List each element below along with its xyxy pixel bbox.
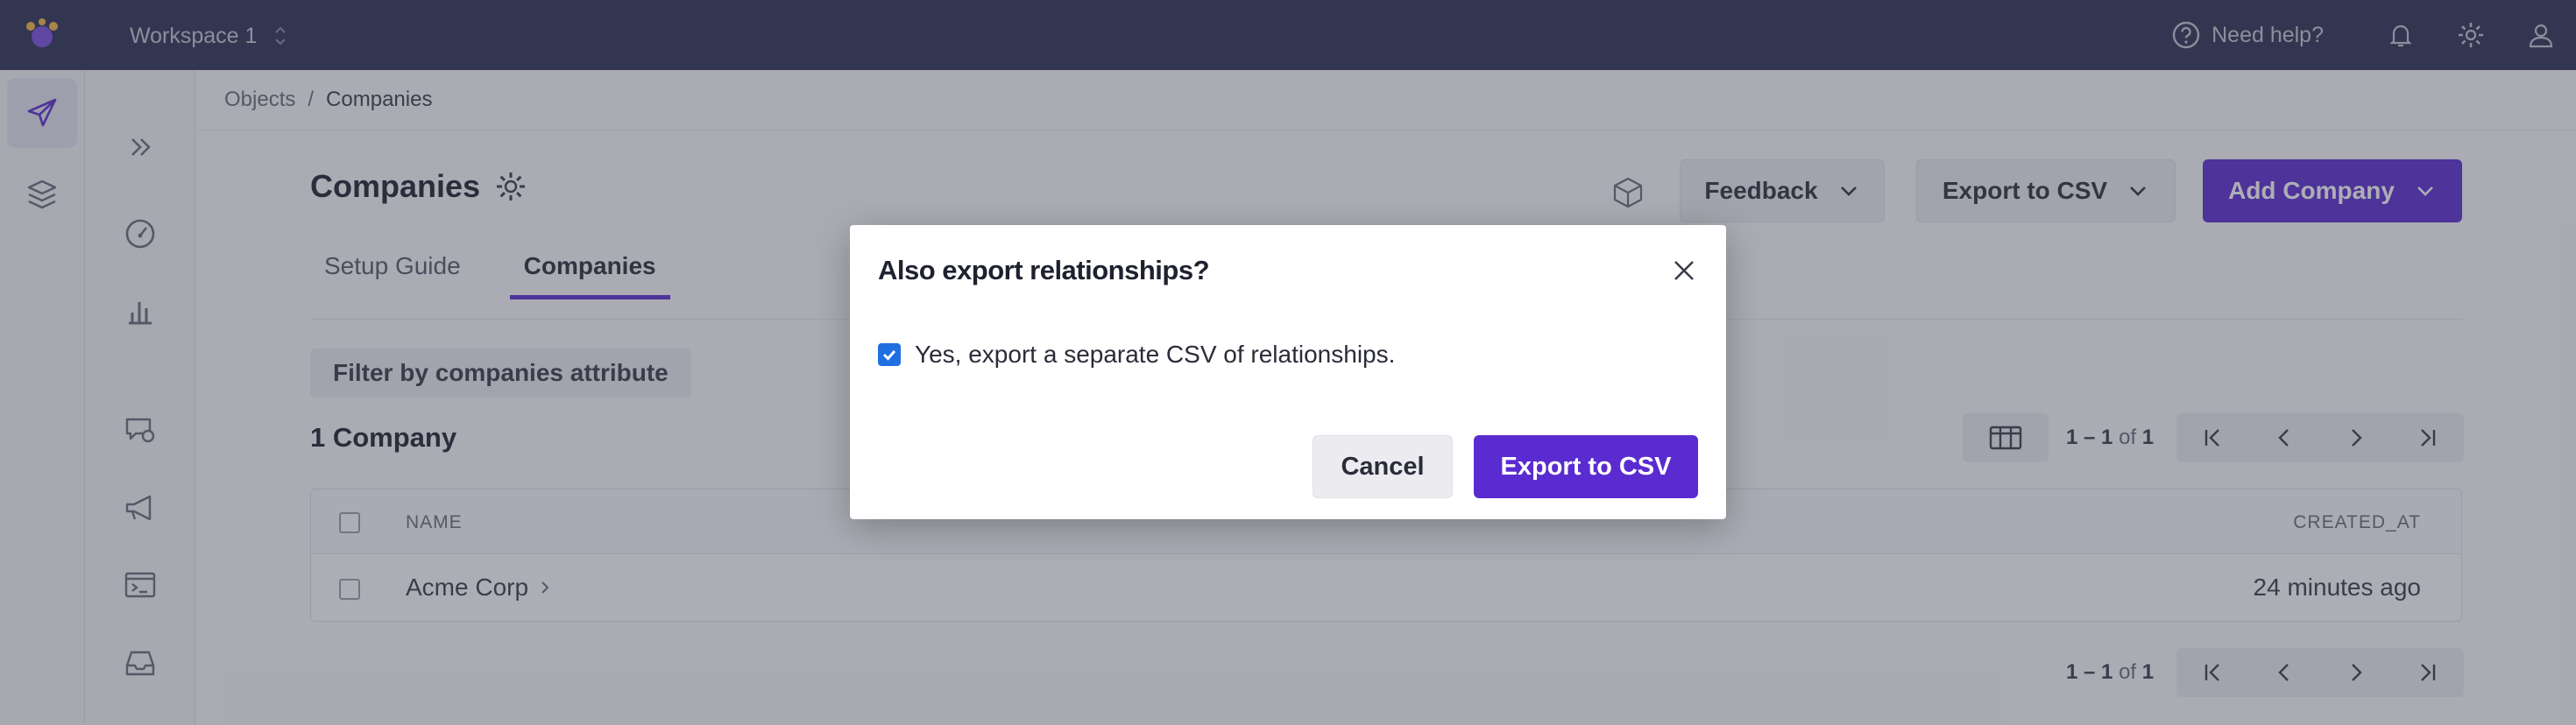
- close-dialog-button[interactable]: [1665, 251, 1703, 290]
- cancel-button[interactable]: Cancel: [1313, 435, 1453, 498]
- close-icon: [1674, 261, 1694, 280]
- export-relationships-option[interactable]: Yes, export a separate CSV of relationsh…: [878, 341, 1395, 369]
- checkbox-label: Yes, export a separate CSV of relationsh…: [915, 341, 1396, 368]
- export-relationships-dialog: Also export relationships? Yes, export a…: [850, 225, 1726, 519]
- export-relationships-checkbox[interactable]: [878, 343, 901, 366]
- checkmark-icon: [882, 350, 896, 361]
- dialog-title: Also export relationships?: [878, 255, 1210, 285]
- confirm-export-button[interactable]: Export to CSV: [1474, 435, 1698, 498]
